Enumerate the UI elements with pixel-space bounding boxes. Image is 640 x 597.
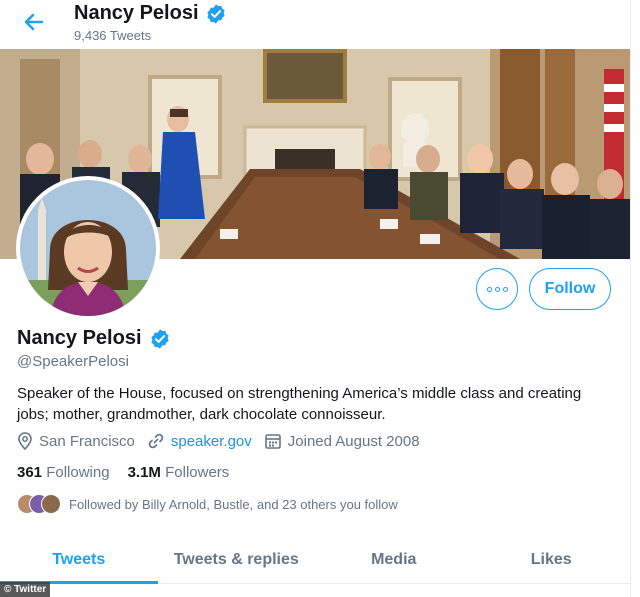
avatar-photo [20,180,156,316]
profile-tabs: Tweets Tweets & replies Media Likes [0,536,630,584]
following-count: 361 [17,464,43,481]
tab-likes[interactable]: Likes [473,536,631,583]
profile-handle: @SpeakerPelosi [17,353,129,370]
tab-tweets-replies[interactable]: Tweets & replies [158,536,316,583]
follow-button[interactable]: Follow [529,268,611,310]
tab-media[interactable]: Media [315,536,473,583]
back-arrow-icon [24,13,44,31]
followed-by-text: Followed by Billy Arnold, Bustle, and 23… [69,496,398,512]
followers-count: 3.1M [127,464,161,481]
profile-name: Nancy Pelosi [17,327,142,349]
more-options-button[interactable] [476,268,518,310]
watermark: © Twitter [0,582,51,597]
back-button[interactable] [18,8,50,36]
top-bar: Nancy Pelosi 9,436 Tweets [0,0,640,48]
profile-avatar[interactable] [16,176,160,320]
avatar [20,180,156,316]
more-icon-dot [502,286,508,292]
more-icon-dot [486,286,492,292]
following-label: Following [46,464,110,481]
follow-stats: 361 Following 3.1M Followers [17,464,247,481]
profile-bio: Speaker of the House, focused on strengt… [17,385,582,423]
link-icon [148,433,164,449]
calendar-icon [264,434,281,449]
verified-badge-icon [206,3,225,24]
divider [630,0,631,597]
tab-tweets[interactable]: Tweets [0,536,158,584]
followers-label: Followers [165,464,230,481]
header-title: Nancy Pelosi [74,2,199,24]
following-stat[interactable]: 361 Following [17,464,110,481]
verified-badge-icon [150,328,169,349]
location-pin-icon [18,432,32,450]
profile-meta: San Francisco speaker.gov Joined August … [17,432,432,450]
follower-avatars [17,494,63,514]
location-text: San Francisco [39,432,135,450]
avatar [41,494,61,514]
website-link[interactable]: speaker.gov [171,433,252,450]
followers-stat[interactable]: 3.1M Followers [128,464,230,481]
followed-by-row[interactable]: Followed by Billy Arnold, Bustle, and 23… [17,494,398,514]
tweet-count: 9,436 Tweets [74,28,152,43]
more-icon-dot [494,286,500,292]
joined-date: Joined August 2008 [287,432,420,450]
